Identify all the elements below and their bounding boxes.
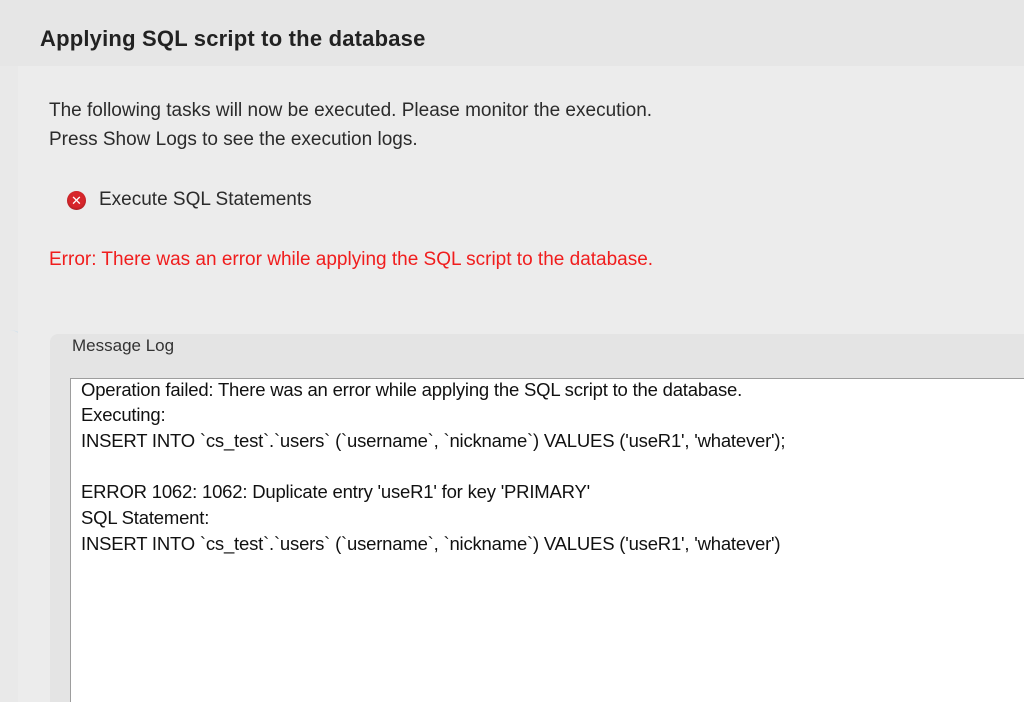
log-line: INSERT INTO `cs_test`.`users` (`username… [81, 430, 786, 451]
log-line: ERROR 1062: 1062: Duplicate entry 'useR1… [81, 481, 590, 502]
intro-line-1: The following tasks will now be executed… [49, 100, 653, 121]
message-log-textarea[interactable]: Operation failed: There was an error whi… [70, 378, 1024, 702]
task-execute-sql-statements: ✕ Execute SQL Statements [67, 187, 312, 213]
error-message: Error: There was an error while applying… [49, 249, 654, 270]
intro-line-2: Press Show Logs to see the execution log… [49, 129, 418, 150]
dialog-header: Applying SQL script to the database [0, 0, 1024, 66]
message-log-label: Message Log [72, 336, 175, 355]
dialog-content: The following tasks will now be executed… [18, 66, 1024, 702]
log-line: Executing: [81, 404, 166, 425]
log-line: Operation failed: There was an error whi… [81, 379, 743, 400]
error-icon: ✕ [67, 190, 86, 210]
log-line: SQL Statement: [81, 507, 210, 528]
log-line: INSERT INTO `cs_test`.`users` (`username… [81, 533, 781, 554]
intro-text: The following tasks will now be executed… [49, 96, 652, 154]
message-log-group: Message Log Operation failed: There was … [50, 334, 1024, 702]
sql-apply-dialog: Applying SQL script to the database The … [0, 0, 1024, 702]
task-label: Execute SQL Statements [99, 189, 312, 210]
dialog-title: Applying SQL script to the database [40, 26, 426, 51]
